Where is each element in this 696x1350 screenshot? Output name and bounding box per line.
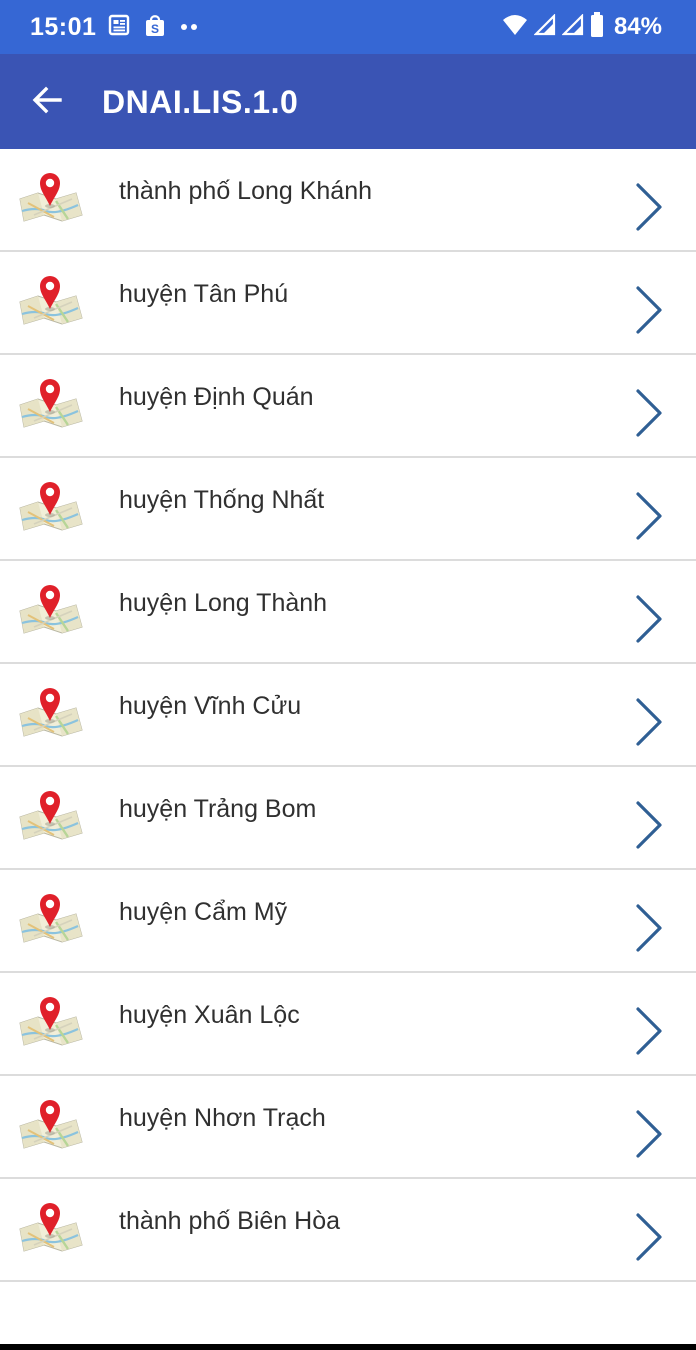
list-item-label: huyện Trảng Bom — [119, 795, 317, 823]
list-item-label: huyện Cẩm Mỹ — [119, 898, 288, 926]
chevron-right-icon — [632, 1211, 668, 1263]
list-item[interactable]: huyện Định Quán — [0, 355, 696, 458]
chevron-right-icon — [632, 696, 668, 748]
map-pin-icon — [16, 787, 84, 843]
chevron-right-icon — [632, 902, 668, 954]
battery-percentage: 84% — [613, 13, 662, 40]
signal-icon — [561, 12, 584, 41]
navigation-bar-edge — [0, 1344, 696, 1350]
list-item[interactable]: huyện Vĩnh Cửu — [0, 664, 696, 767]
list-item[interactable]: thành phố Biên Hòa — [0, 1179, 696, 1282]
news-icon — [108, 14, 130, 41]
list-item[interactable]: thành phố Long Khánh — [0, 149, 696, 252]
chevron-right-icon — [632, 490, 668, 542]
list-item[interactable]: huyện Long Thành — [0, 561, 696, 664]
wifi-icon — [502, 14, 528, 41]
map-pin-icon — [16, 993, 84, 1049]
status-icons-right: 84% — [502, 11, 662, 43]
svg-text:S: S — [151, 22, 159, 36]
list-item-label: thành phố Biên Hòa — [119, 1207, 341, 1235]
map-pin-icon — [16, 478, 84, 534]
status-icons-left: S — [108, 13, 198, 42]
battery-icon — [590, 11, 604, 43]
app-bar: DNAI.LIS.1.0 — [0, 54, 696, 149]
chevron-right-icon — [632, 1108, 668, 1160]
list-item[interactable]: huyện Cẩm Mỹ — [0, 870, 696, 973]
map-pin-icon — [16, 1096, 84, 1152]
status-time: 15:01 — [30, 13, 97, 41]
list-item-label: huyện Định Quán — [119, 383, 314, 411]
map-pin-icon — [16, 375, 84, 431]
back-button[interactable] — [22, 78, 72, 126]
chevron-right-icon — [632, 284, 668, 336]
list-item[interactable]: huyện Nhơn Trạch — [0, 1076, 696, 1179]
list-item[interactable]: huyện Thống Nhất — [0, 458, 696, 561]
chevron-right-icon — [632, 387, 668, 439]
list-item-label: thành phố Long Khánh — [119, 177, 373, 205]
list-item-label: huyện Thống Nhất — [119, 486, 325, 514]
list-item-label: huyện Xuân Lộc — [119, 1001, 300, 1029]
list-item-label: huyện Long Thành — [119, 589, 328, 617]
district-list: thành phố Long Khánh huyện Tân Phú huyện… — [0, 149, 696, 1282]
map-pin-icon — [16, 169, 84, 225]
shopee-icon: S — [144, 13, 166, 42]
list-item-label: huyện Tân Phú — [119, 280, 289, 308]
signal-icon — [533, 12, 556, 41]
chevron-right-icon — [632, 799, 668, 851]
map-pin-icon — [16, 581, 84, 637]
map-pin-icon — [16, 684, 84, 740]
list-item[interactable]: huyện Xuân Lộc — [0, 973, 696, 1076]
list-item[interactable]: huyện Trảng Bom — [0, 767, 696, 870]
map-pin-icon — [16, 890, 84, 946]
chevron-right-icon — [632, 1005, 668, 1057]
list-item-label: huyện Vĩnh Cửu — [119, 692, 302, 720]
more-dots-icon — [180, 18, 198, 36]
chevron-right-icon — [632, 181, 668, 233]
map-pin-icon — [16, 272, 84, 328]
chevron-right-icon — [632, 593, 668, 645]
list-item[interactable]: huyện Tân Phú — [0, 252, 696, 355]
list-item-label: huyện Nhơn Trạch — [119, 1104, 326, 1132]
map-pin-icon — [16, 1199, 84, 1255]
arrow-left-icon — [32, 86, 62, 119]
page-title: DNAI.LIS.1.0 — [102, 84, 299, 120]
status-bar: 15:01 S 84% — [0, 0, 696, 54]
